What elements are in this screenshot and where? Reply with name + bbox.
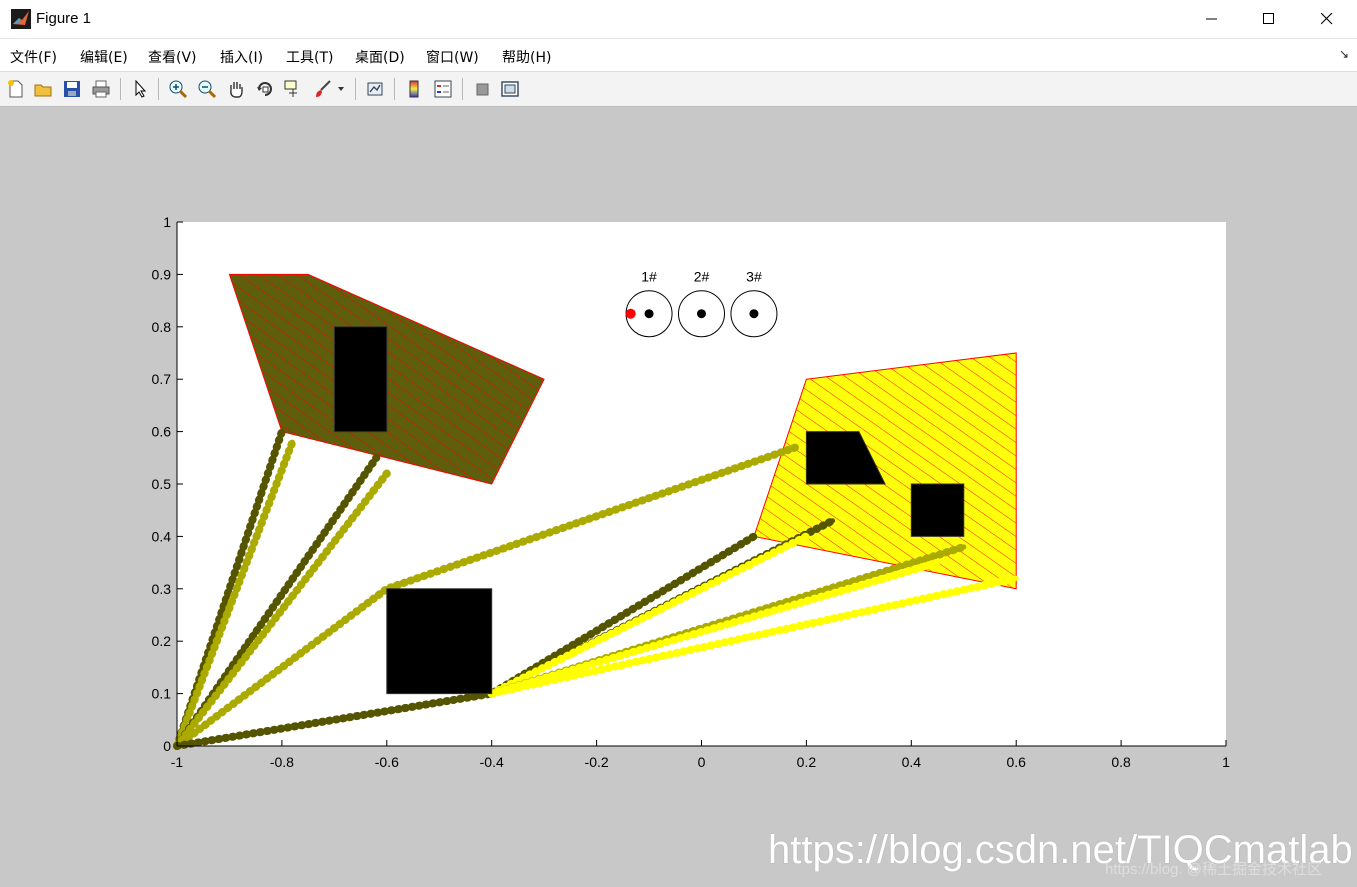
current-position-marker [625,308,636,319]
x-tick-label: 0.2 [797,754,817,770]
robot-label-1: 1# [641,269,657,285]
y-tick-label: 0.7 [152,371,172,387]
robot-label-2: 2# [694,269,710,285]
x-tick-label: 1 [1222,754,1230,770]
obstacle-1 [333,326,388,433]
x-tick-label: 0.8 [1111,754,1131,770]
y-tick-label: 0.2 [152,633,172,649]
x-tick-label: 0 [698,754,706,770]
robot-center-3 [749,309,759,319]
robot-label-3: 3# [746,269,762,285]
y-tick-label: 0.5 [152,476,172,492]
y-tick-label: 0.4 [152,528,172,544]
x-tick-label: 0.4 [902,754,922,770]
x-tick-label: 0.6 [1006,754,1026,770]
x-tick-label: -0.2 [585,754,609,770]
robot-center-2 [697,309,706,319]
y-tick-label: 0 [163,738,171,754]
obstacle-4 [910,483,965,537]
x-tick-label: -0.8 [270,754,294,770]
plot-svg: 1# 2# 3# -1 -0.8 -0.6 -0.4 -0.2 0 0.2 0.4 0.6 0.8 1 0… [152,214,1231,770]
robot-center-1 [644,309,654,319]
x-tick-label: -0.4 [480,754,504,770]
y-tick-label: 0.3 [152,581,172,597]
y-tick-label: 0.8 [152,319,172,335]
x-tick-label: -0.6 [375,754,399,770]
obstacle-2 [386,588,493,695]
watermark-overlay-text: https://blog. @稀土掘金技术社区 [1105,861,1322,878]
y-tick-label: 1 [163,214,171,230]
y-tick-label: 0.6 [152,424,172,440]
x-tick-label: -1 [171,754,184,770]
y-tick-label: 0.1 [152,686,172,702]
y-tick-label: 0.9 [152,266,172,282]
